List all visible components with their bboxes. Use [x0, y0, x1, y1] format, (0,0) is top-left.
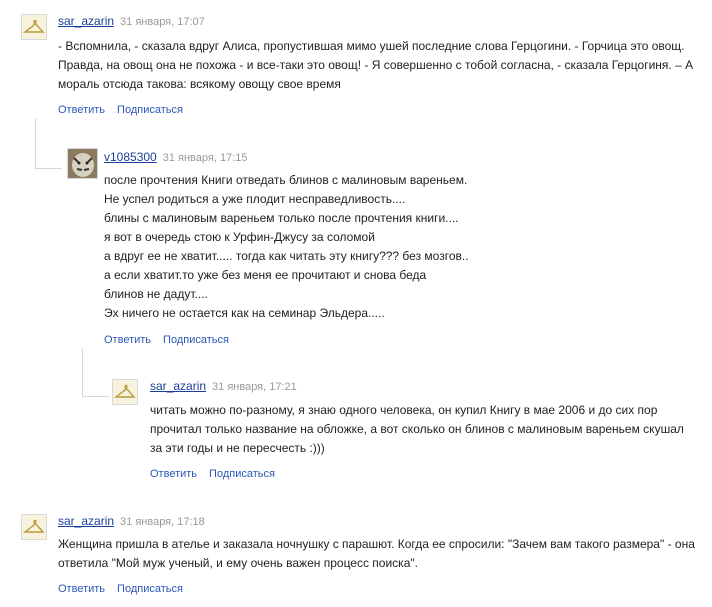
tiger-avatar[interactable]	[67, 148, 98, 179]
subscribe-link[interactable]: Подписаться	[163, 334, 229, 346]
subscribe-link[interactable]: Подписаться	[117, 104, 183, 116]
subscribe-link[interactable]: Подписаться	[117, 583, 183, 595]
thread-line	[82, 348, 109, 397]
subscribe-link[interactable]: Подписаться	[209, 468, 275, 480]
comment-date: 31 января, 17:15	[162, 152, 248, 164]
comment-date: 31 января, 17:07	[120, 16, 205, 28]
reply-link[interactable]: Ответить	[58, 104, 105, 116]
author-link[interactable]: sar_azarin	[58, 514, 114, 528]
hanger-avatar[interactable]	[21, 514, 47, 540]
hanger-avatar[interactable]	[112, 379, 138, 405]
hanger-avatar[interactable]	[21, 14, 47, 40]
comment-text: после прочтения Книги отведать блинов с …	[104, 173, 469, 320]
reply-link[interactable]: Ответить	[150, 468, 197, 480]
author-link[interactable]: sar_azarin	[150, 379, 206, 393]
author-link[interactable]: v1085300	[104, 150, 157, 164]
reply-link[interactable]: Ответить	[58, 583, 105, 595]
comment-text: - Вспомнила, - сказала вдруг Алиса, проп…	[58, 39, 694, 91]
comment-text: Женщина пришла в ателье и заказала ночну…	[58, 537, 695, 570]
comment-text: читать можно по-разному, я знаю одного ч…	[150, 403, 684, 455]
comment-date: 31 января, 17:18	[120, 516, 205, 528]
reply-link[interactable]: Ответить	[104, 334, 151, 346]
thread-line	[35, 118, 62, 169]
comment-date: 31 января, 17:21	[212, 381, 297, 393]
author-link[interactable]: sar_azarin	[58, 14, 114, 28]
